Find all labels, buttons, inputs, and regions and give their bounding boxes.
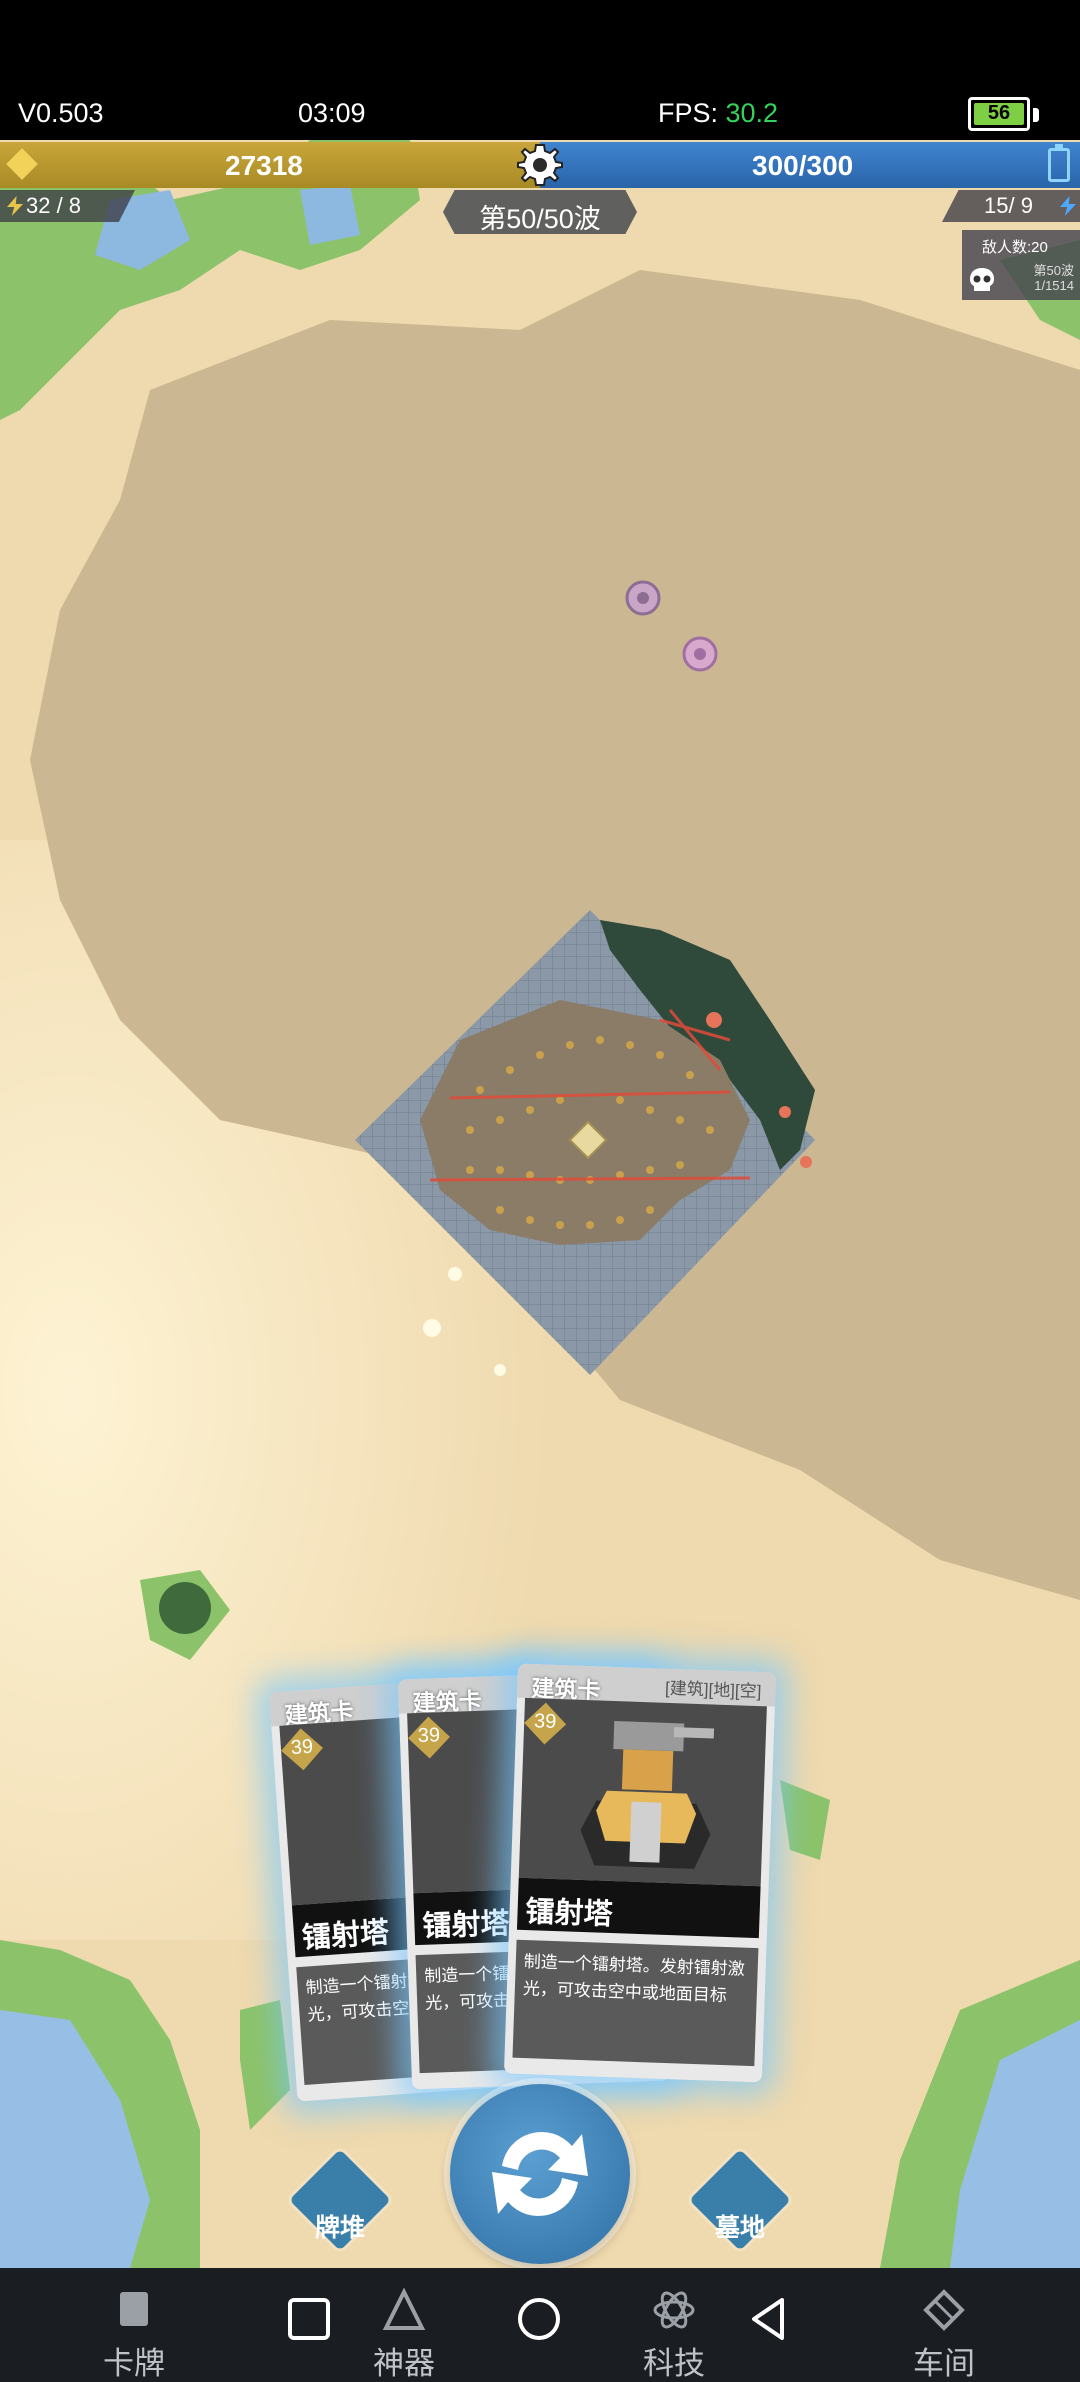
workshop-icon	[923, 2289, 965, 2331]
enemy-wave-info: 第50波 1/1514	[1016, 263, 1074, 293]
card-hand-3[interactable]: 建筑卡 [建筑][地][空] 39 镭射塔 制造一个镭射塔。发射镭射激光，可攻击…	[503, 1663, 777, 2083]
deck-button[interactable]: 牌堆	[289, 2149, 391, 2251]
system-status-bar: V0.503 03:09 FPS: 30.2 56	[0, 0, 1080, 140]
energy-amount: 300/300	[752, 150, 854, 181]
gold-bar: 27318	[0, 142, 540, 188]
skull-icon	[970, 268, 994, 291]
wave-label: 第50/50波	[479, 204, 601, 234]
nav-cards-label: 卡牌	[103, 2346, 165, 2381]
refresh-icon	[492, 2131, 588, 2217]
water-patch	[300, 185, 360, 245]
battery-icon: 56	[968, 97, 1039, 131]
enemy-unit	[779, 1106, 791, 1118]
nav-artifact-label: 神器	[373, 2346, 435, 2381]
nav-tech-label: 科技	[643, 2346, 705, 2381]
bolt-icon	[7, 196, 23, 216]
nav-cards[interactable]: 卡牌	[64, 2286, 204, 2381]
build-capacity-left: 32 / 8	[0, 190, 135, 222]
battery-level: 56	[987, 102, 1011, 124]
nav-tech[interactable]: 科技	[604, 2286, 744, 2381]
back-button[interactable]	[746, 2296, 792, 2342]
nav-workshop[interactable]: 车间	[874, 2286, 1014, 2381]
card-name: 镭射塔	[422, 1907, 511, 1943]
graveyard-button[interactable]: 墓地	[689, 2149, 791, 2251]
card-name-bar: 镭射塔	[516, 1877, 761, 1939]
enemy-unit	[800, 1156, 812, 1168]
refresh-cards-button[interactable]	[450, 2084, 630, 2264]
card-cost: 39	[417, 1724, 441, 1747]
clock: 03:09	[298, 98, 366, 128]
card-description: 制造一个镭射塔。发射镭射激光，可攻击空中或地面目标	[512, 1939, 759, 2067]
atom-icon	[653, 2291, 695, 2329]
gear-icon[interactable]	[516, 141, 564, 189]
energy-bar: 300/300	[540, 142, 1080, 188]
card-cost: 39	[533, 1710, 557, 1733]
bolt-icon	[1060, 196, 1076, 216]
build-capacity-right: 15/ 9	[942, 190, 1080, 222]
fps-value: 30.2	[725, 98, 779, 128]
enemy-wave-label: 第50波	[1033, 263, 1074, 278]
wave-banner: 第50/50波	[443, 190, 637, 234]
fps-label: FPS:	[658, 98, 726, 128]
enemy-progress: 1/1514	[1034, 278, 1074, 293]
recents-button[interactable]	[286, 2296, 332, 2342]
nav-artifact[interactable]: 神器	[334, 2286, 474, 2381]
card-name: 镭射塔	[525, 1896, 614, 1932]
battery-icon	[1048, 144, 1070, 182]
card-name: 镭射塔	[301, 1916, 391, 1955]
fps-counter: FPS: 30.2	[658, 98, 778, 129]
deck-label: 牌堆	[314, 2214, 365, 2242]
enemy-panel: 敌人数:20 第50波 1/1514	[962, 230, 1080, 300]
graveyard-label: 墓地	[714, 2214, 765, 2242]
card-icon	[120, 2292, 148, 2326]
enemy-unit	[706, 1012, 722, 1028]
artifact-icon	[382, 2288, 426, 2330]
enemy-count: 敌人数:20	[982, 239, 1048, 256]
card-cost: 39	[290, 1735, 314, 1760]
gold-diamond-icon	[6, 148, 38, 180]
capacity-right-value: 15/ 9	[984, 193, 1033, 218]
card-tags: [建筑][地][空]	[664, 1678, 762, 1702]
home-button[interactable]	[516, 2296, 562, 2342]
capacity-left-value: 32 / 8	[26, 193, 82, 218]
nav-workshop-label: 车间	[913, 2346, 975, 2381]
version-label: V0.503	[18, 98, 104, 128]
gold-amount: 27318	[225, 150, 303, 181]
